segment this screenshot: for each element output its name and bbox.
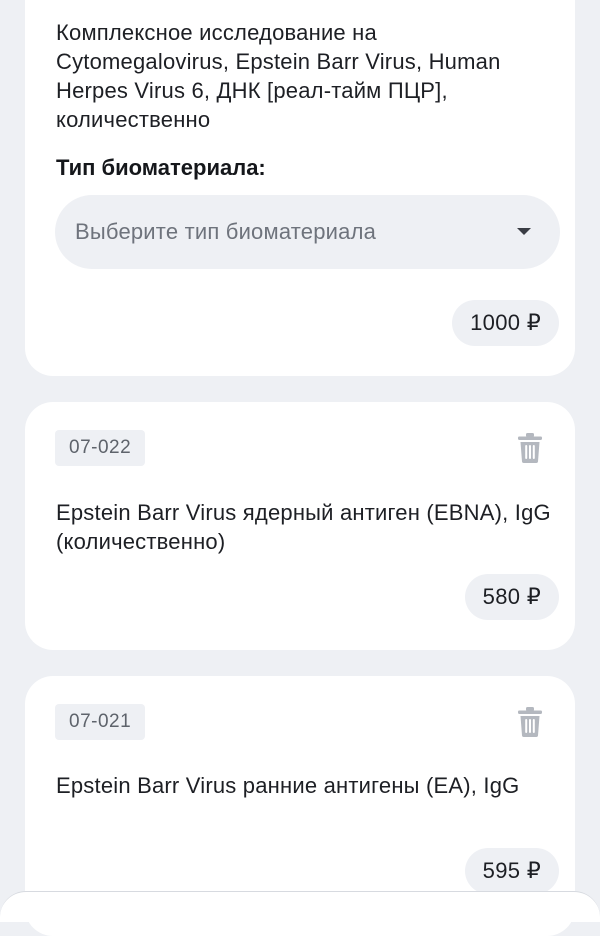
item-title: Комплексное исследование на Cytomegalovi… — [56, 20, 501, 132]
cart-item-card: Комплексное исследование на Cytomegalovi… — [25, 0, 575, 376]
cart-item-card: 07-022 Epstein Barr Virus ядерный антиге… — [25, 402, 575, 650]
item-title: Epstein Barr Virus ядерный антиген (EBNA… — [56, 500, 551, 554]
delete-item-button[interactable] — [517, 706, 543, 738]
price-badge: 580 ₽ — [464, 574, 559, 620]
biomaterial-select[interactable]: Выберите тип биоматериала — [55, 195, 560, 269]
price-badge: 595 ₽ — [464, 848, 559, 894]
price-badge: 1000 ₽ — [452, 300, 559, 346]
trash-icon — [518, 433, 542, 463]
biomaterial-label: Тип биоматериала: — [56, 155, 266, 180]
delete-item-button[interactable] — [517, 432, 543, 464]
biomaterial-select-placeholder: Выберите тип биоматериала — [75, 219, 377, 244]
item-title: Epstein Barr Virus ранние антигены (EA),… — [56, 773, 520, 798]
item-code-badge: 07-021 — [55, 704, 146, 740]
bottom-sheet-edge — [0, 891, 600, 922]
item-code-badge: 07-022 — [55, 430, 146, 466]
chevron-down-icon — [517, 228, 531, 235]
trash-icon — [518, 707, 542, 737]
